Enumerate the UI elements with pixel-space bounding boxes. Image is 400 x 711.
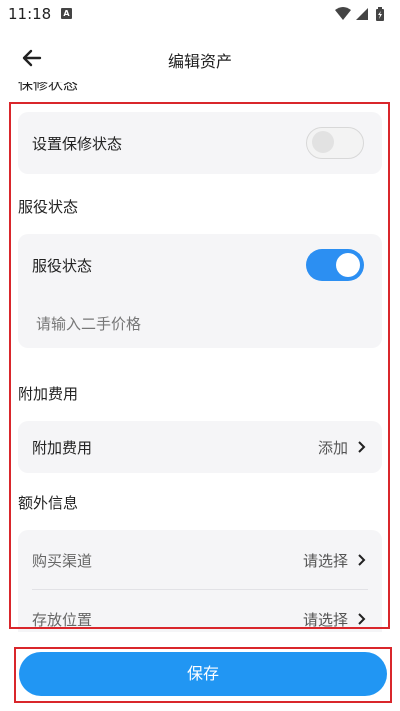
purchase-channel-label: 购买渠道: [32, 552, 93, 570]
page-title: 编辑资产: [167, 52, 232, 71]
chevron-right-icon: [358, 554, 366, 566]
toggle-knob: [312, 131, 334, 153]
service-toggle-label: 服役状态: [32, 257, 93, 275]
battery-icon: [376, 7, 384, 21]
system-status-icons: [335, 7, 384, 21]
save-button[interactable]: 保存: [19, 652, 387, 696]
service-section-label: 服役状态: [18, 198, 79, 216]
form-scroll-area[interactable]: 保修状态 设置保修状态 服役状态 服役状态 请输入二手价格 附加费用 附加费用 …: [0, 82, 400, 632]
warranty-toggle[interactable]: [306, 127, 364, 159]
storage-location-label: 存放位置: [32, 611, 93, 629]
storage-location-value[interactable]: 请选择: [303, 609, 348, 630]
extra-fee-section-label: 附加费用: [18, 385, 79, 403]
wifi-icon: [335, 7, 351, 20]
chevron-right-icon: [358, 613, 366, 625]
extra-fee-label: 附加费用: [32, 439, 93, 457]
extra-info-card: 购买渠道 请选择 存放位置 请选择: [18, 530, 382, 632]
notification-icon: A: [61, 8, 72, 19]
warranty-toggle-label: 设置保修状态: [32, 135, 123, 153]
status-time: 11:18: [8, 5, 52, 23]
extra-fee-card[interactable]: 附加费用 添加: [18, 421, 382, 473]
service-card: 服役状态 请输入二手价格: [18, 234, 382, 348]
signal-icon: [356, 8, 368, 20]
service-toggle[interactable]: [306, 249, 364, 281]
secondhand-price-input[interactable]: 请输入二手价格: [36, 313, 141, 334]
chevron-right-icon: [358, 441, 366, 453]
row-divider: [32, 589, 368, 590]
status-bar: 11:18 A: [0, 0, 400, 30]
warranty-card: 设置保修状态: [18, 112, 382, 174]
extra-info-section-label: 额外信息: [18, 494, 79, 512]
toggle-knob: [336, 253, 360, 277]
extra-fee-add-value[interactable]: 添加: [318, 437, 348, 458]
warranty-section-label: 保修状态: [18, 82, 79, 93]
app-header: 编辑资产: [0, 34, 400, 82]
purchase-channel-value[interactable]: 请选择: [303, 550, 348, 571]
